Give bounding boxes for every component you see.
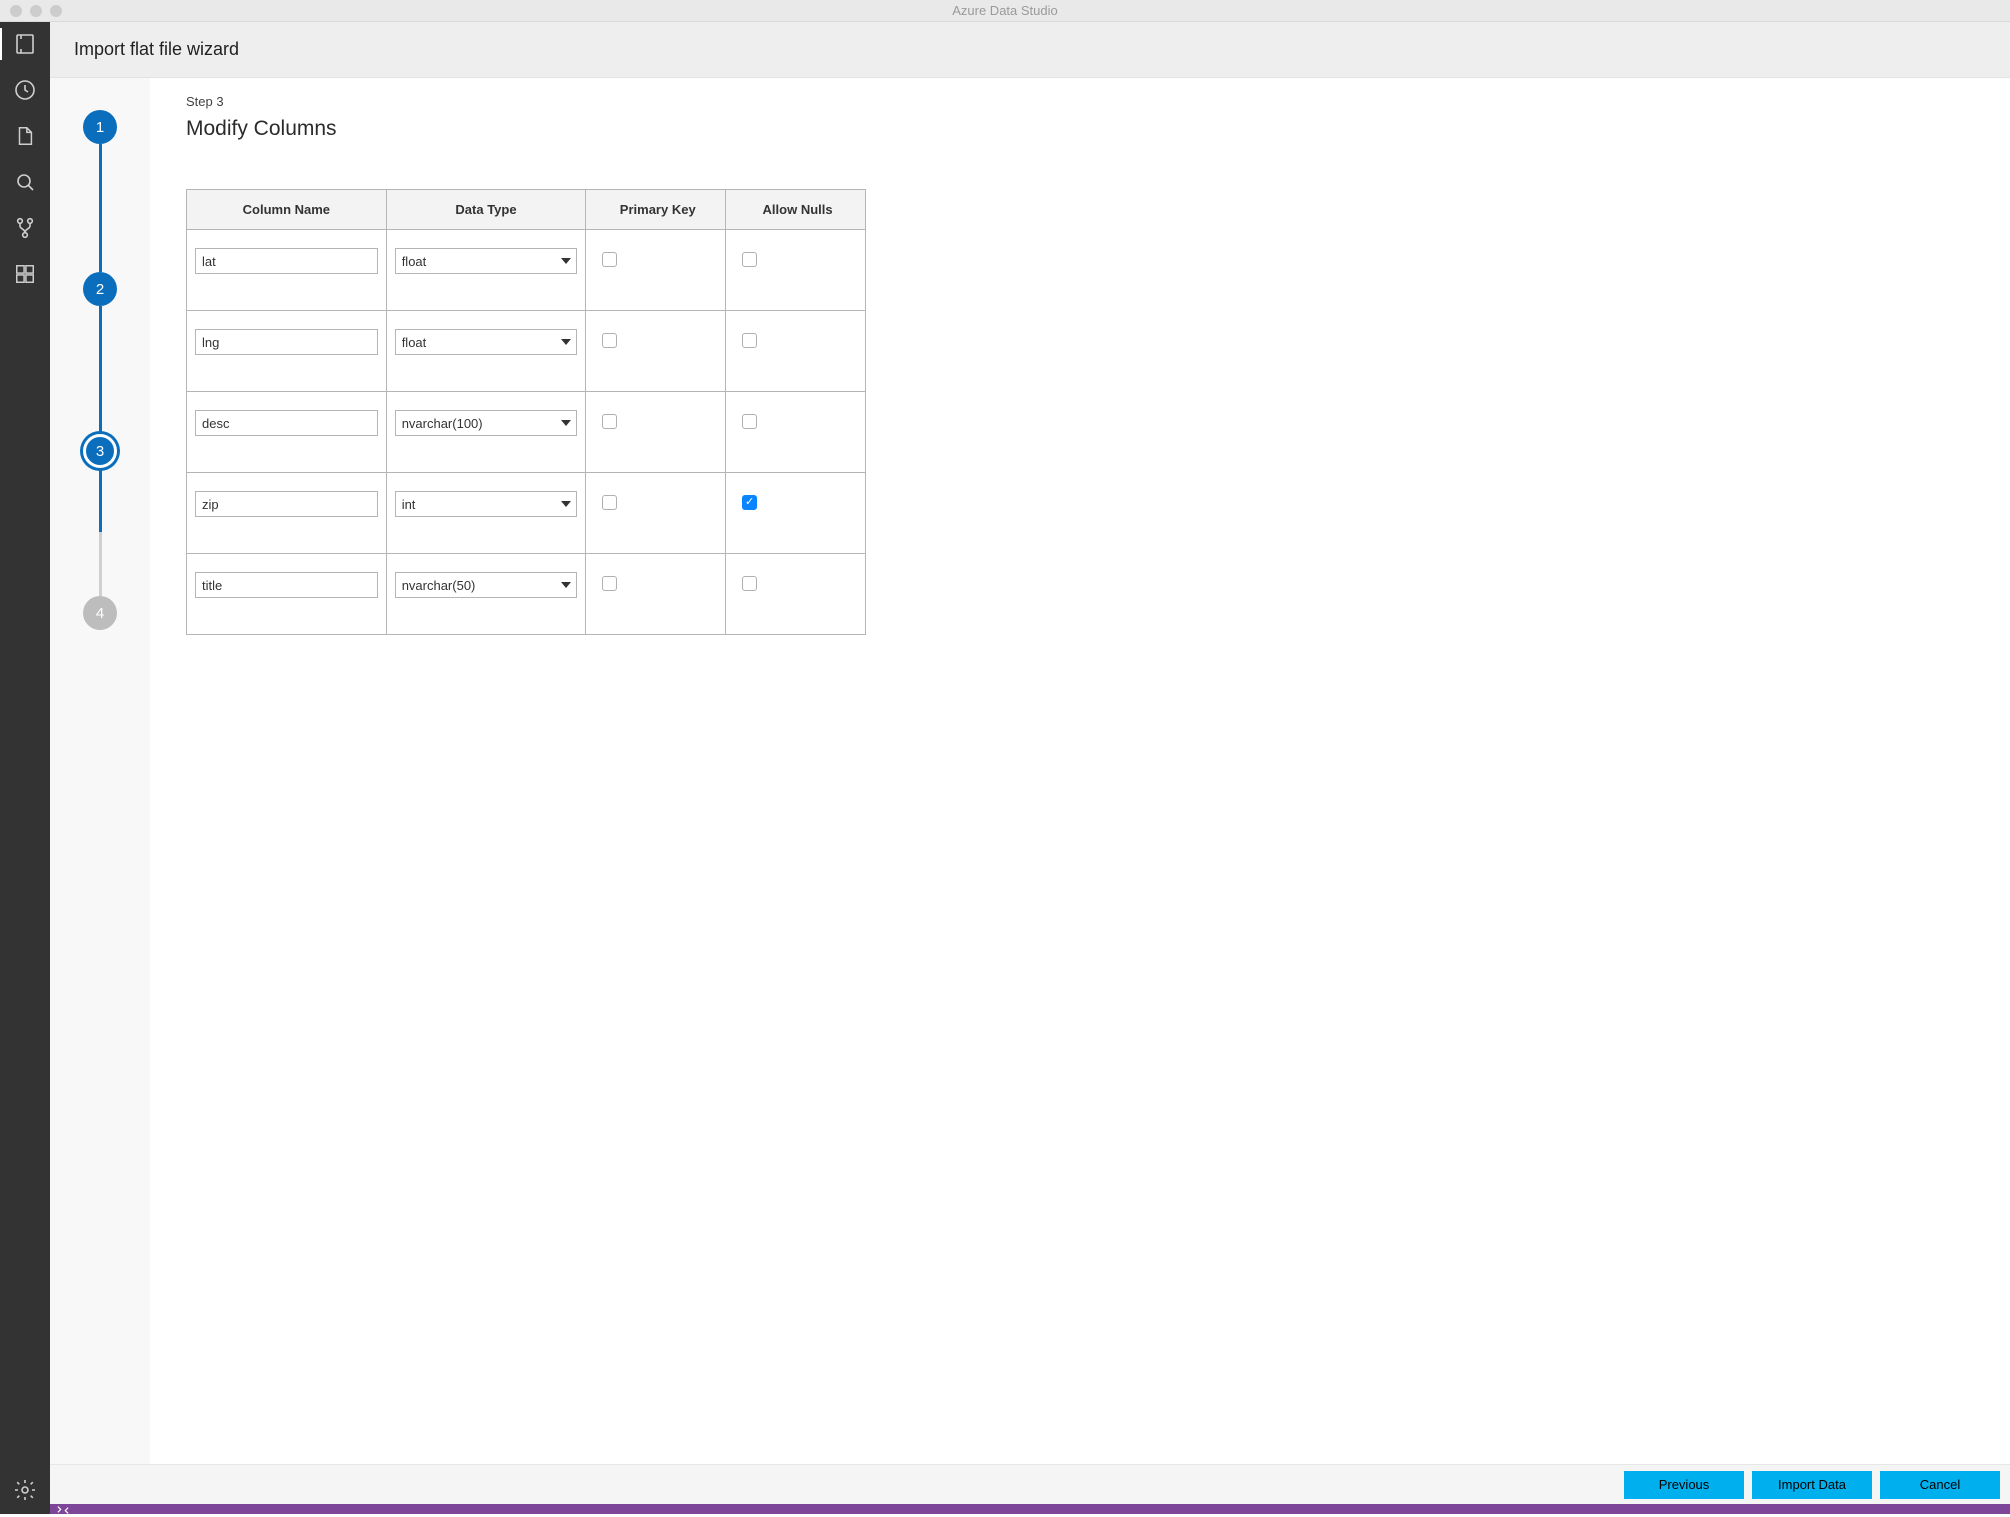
window-controls [10, 5, 62, 17]
window-minimize-icon[interactable] [30, 5, 42, 17]
allow-nulls-checkbox[interactable] [742, 495, 757, 510]
extensions-icon[interactable] [11, 260, 39, 288]
status-bar [50, 1504, 2010, 1514]
primary-key-checkbox[interactable] [602, 495, 617, 510]
allow-nulls-checkbox[interactable] [742, 414, 757, 429]
data-type-select[interactable] [395, 248, 578, 274]
column-name-input[interactable] [195, 329, 378, 355]
primary-key-checkbox[interactable] [602, 333, 617, 348]
column-header-name: Column Name [187, 190, 387, 230]
data-type-select[interactable] [395, 572, 578, 598]
data-type-select[interactable] [395, 491, 578, 517]
activity-bar [0, 22, 50, 1514]
wizard-stepper: 1 2 3 4 [50, 78, 150, 1464]
wizard-panel: Step 3 Modify Columns Column Name Data T… [150, 78, 2010, 1464]
data-type-select[interactable] [395, 410, 578, 436]
wizard-header: Import flat file wizard [50, 22, 2010, 78]
table-row [187, 230, 866, 311]
primary-key-checkbox[interactable] [602, 252, 617, 267]
column-name-input[interactable] [195, 410, 378, 436]
page-title: Modify Columns [186, 117, 1974, 141]
column-header-pk: Primary Key [586, 190, 726, 230]
allow-nulls-checkbox[interactable] [742, 333, 757, 348]
column-name-input[interactable] [195, 491, 378, 517]
step-1[interactable]: 1 [83, 110, 117, 144]
column-name-input[interactable] [195, 248, 378, 274]
columns-table: Column Name Data Type Primary Key Allow … [186, 189, 866, 635]
window-close-icon[interactable] [10, 5, 22, 17]
column-header-nulls: Allow Nulls [726, 190, 866, 230]
column-name-input[interactable] [195, 572, 378, 598]
step-4[interactable]: 4 [83, 596, 117, 630]
import-data-button[interactable]: Import Data [1752, 1471, 1872, 1499]
search-icon[interactable] [11, 168, 39, 196]
history-icon[interactable] [11, 76, 39, 104]
table-row [187, 392, 866, 473]
window-zoom-icon[interactable] [50, 5, 62, 17]
allow-nulls-checkbox[interactable] [742, 576, 757, 591]
remote-icon[interactable] [56, 1502, 70, 1517]
table-row [187, 554, 866, 635]
cancel-button[interactable]: Cancel [1880, 1471, 2000, 1499]
table-row [187, 311, 866, 392]
servers-icon[interactable] [11, 30, 39, 58]
table-row [187, 473, 866, 554]
data-type-select[interactable] [395, 329, 578, 355]
step-label: Step 3 [186, 94, 1974, 109]
window-title: Azure Data Studio [0, 3, 2010, 18]
primary-key-checkbox[interactable] [602, 576, 617, 591]
primary-key-checkbox[interactable] [602, 414, 617, 429]
wizard-title: Import flat file wizard [74, 39, 239, 60]
allow-nulls-checkbox[interactable] [742, 252, 757, 267]
source-control-icon[interactable] [11, 214, 39, 242]
step-2[interactable]: 2 [83, 272, 117, 306]
explorer-icon[interactable] [11, 122, 39, 150]
previous-button[interactable]: Previous [1624, 1471, 1744, 1499]
wizard-footer: Previous Import Data Cancel [50, 1464, 2010, 1504]
column-header-type: Data Type [386, 190, 586, 230]
step-3[interactable]: 3 [83, 434, 117, 468]
window-titlebar: Azure Data Studio [0, 0, 2010, 22]
settings-gear-icon[interactable] [11, 1476, 39, 1504]
